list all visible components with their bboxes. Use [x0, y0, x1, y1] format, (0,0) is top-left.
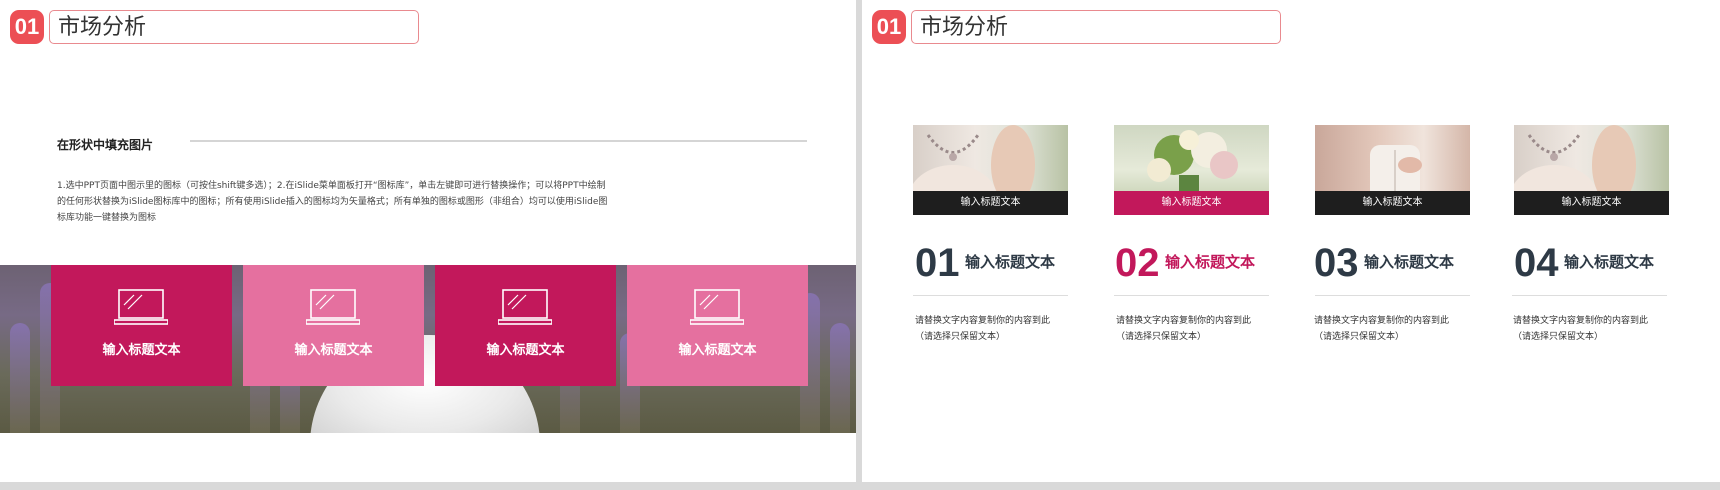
card-description: 请替换文字内容复制你的内容到此 （请选择只保留文本）	[915, 313, 1085, 345]
tile-label: 输入标题文本	[486, 343, 565, 358]
slide-right: 01 市场分析 输入标题文本 01 输入标题文本 请替换文字内容复制你的内容到此…	[862, 0, 1720, 482]
card-title: 输入标题文本	[1165, 253, 1256, 271]
card-number: 04	[1514, 241, 1559, 285]
card-description-line: （请选择只保留文本）	[915, 332, 1006, 342]
card-number: 01	[915, 241, 960, 285]
card-title: 输入标题文本	[1564, 253, 1655, 271]
card-divider	[1315, 295, 1470, 296]
card-photo-bouquet: 输入标题文本	[1114, 125, 1269, 215]
section-number-badge: 01	[872, 10, 906, 44]
card-description: 请替换文字内容复制你的内容到此 （请选择只保留文本）	[1116, 313, 1286, 345]
tile-label: 输入标题文本	[678, 343, 757, 358]
card-number: 03	[1314, 241, 1359, 285]
page-title: 市场分析	[920, 15, 1009, 40]
feature-tile-2[interactable]: 输入标题文本	[243, 265, 424, 386]
card-caption: 输入标题文本	[913, 191, 1068, 215]
description-text: 1.选中PPT页面中图示里的图标（可按住shift键多选）；2.在iSlide菜…	[57, 181, 608, 223]
slide-left: 01 市场分析 在形状中填充图片 1.选中PPT页面中图示里的图标（可按住shi…	[0, 0, 856, 482]
card-description-line: （请选择只保留文本）	[1314, 332, 1405, 342]
card-description: 请替换文字内容复制你的内容到此 （请选择只保留文本）	[1314, 313, 1484, 345]
heading-divider	[190, 140, 807, 142]
card-description: 请替换文字内容复制你的内容到此 （请选择只保留文本）	[1513, 313, 1683, 345]
title-box: 市场分析	[911, 10, 1281, 44]
section-heading: 在形状中填充图片	[57, 138, 154, 152]
section-number-badge: 01	[10, 10, 44, 44]
laptop-icon	[114, 289, 168, 325]
feature-tile-3[interactable]: 输入标题文本	[435, 265, 616, 386]
tile-label: 输入标题文本	[102, 343, 181, 358]
laptop-icon	[498, 289, 552, 325]
card-photo-dress-back: 输入标题文本	[1315, 125, 1470, 215]
card-description-line: 请替换文字内容复制你的内容到此	[1314, 316, 1450, 326]
card-number: 02	[1115, 241, 1160, 285]
card-description-line: 请替换文字内容复制你的内容到此	[1513, 316, 1649, 326]
tile-label: 输入标题文本	[294, 343, 373, 358]
card-description-line: 请替换文字内容复制你的内容到此	[915, 316, 1051, 326]
card-caption: 输入标题文本	[1315, 191, 1470, 215]
card-description-line: （请选择只保留文本）	[1116, 332, 1207, 342]
feature-tile-4[interactable]: 输入标题文本	[627, 265, 808, 386]
card-caption: 输入标题文本	[1114, 191, 1269, 215]
card-title: 输入标题文本	[1364, 253, 1455, 271]
card-divider	[913, 295, 1068, 296]
laptop-icon	[690, 289, 744, 325]
card-description-line: 请替换文字内容复制你的内容到此	[1116, 316, 1252, 326]
card-photo-necklace: 输入标题文本	[913, 125, 1068, 215]
card-description-line: （请选择只保留文本）	[1513, 332, 1604, 342]
card-photo-necklace: 输入标题文本	[1514, 125, 1669, 215]
card-title: 输入标题文本	[965, 253, 1056, 271]
feature-tile-1[interactable]: 输入标题文本	[51, 265, 232, 386]
card-divider	[1512, 295, 1667, 296]
title-box: 市场分析	[49, 10, 419, 44]
card-caption: 输入标题文本	[1514, 191, 1669, 215]
laptop-icon	[306, 289, 360, 325]
page-title: 市场分析	[58, 15, 147, 40]
card-divider	[1114, 295, 1269, 296]
